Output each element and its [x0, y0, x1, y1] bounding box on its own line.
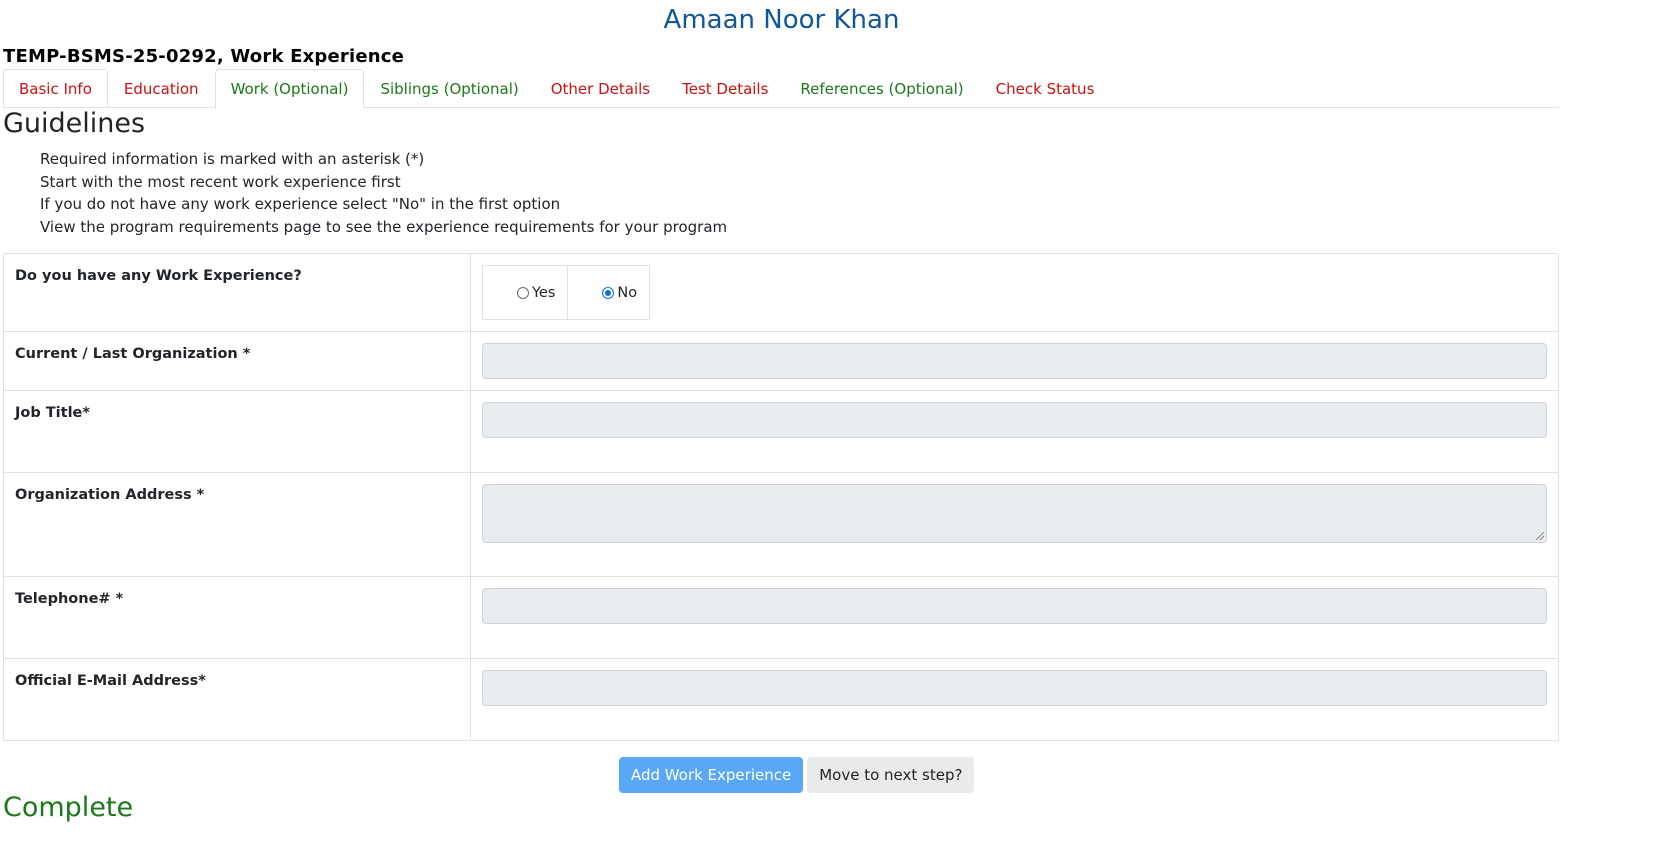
telephone-label: Telephone# * — [3, 576, 471, 659]
form-row-work-experience: Do you have any Work Experience? Yes No — [3, 253, 1559, 332]
form-row-telephone: Telephone# * — [3, 576, 1559, 659]
form-row-email: Official E-Mail Address* — [3, 658, 1559, 741]
work-experience-options-cell: Yes No — [470, 253, 1559, 332]
address-textarea[interactable] — [482, 484, 1547, 543]
tab-test-details[interactable]: Test Details — [666, 69, 784, 108]
tab-basic-info[interactable]: Basic Info — [3, 69, 108, 108]
guidelines-heading: Guidelines — [3, 108, 146, 139]
next-step-button[interactable]: Move to next step? — [807, 757, 975, 793]
guideline-item: View the program requirements page to se… — [40, 218, 728, 237]
add-work-experience-button[interactable]: Add Work Experience — [619, 757, 804, 793]
organization-input[interactable] — [482, 343, 1547, 379]
job-title-label: Job Title* — [3, 390, 471, 473]
form-actions: Add Work Experience Move to next step? — [619, 757, 975, 793]
radio-yes[interactable]: Yes — [483, 266, 567, 319]
resize-grip-icon[interactable] — [1536, 532, 1544, 540]
guidelines-list: Required information is marked with an a… — [40, 148, 727, 239]
job-title-cell — [470, 390, 1559, 473]
work-experience-form: Do you have any Work Experience? Yes No … — [3, 253, 1559, 741]
organization-cell — [470, 331, 1559, 391]
email-label: Official E-Mail Address* — [3, 658, 471, 741]
organization-label: Current / Last Organization * — [3, 331, 471, 391]
tab-work[interactable]: Work (Optional) — [214, 69, 365, 109]
form-row-address: Organization Address * — [3, 472, 1559, 577]
application-id-heading: TEMP-BSMS-25-0292, Work Experience — [3, 46, 405, 67]
tab-education[interactable]: Education — [108, 69, 215, 108]
radio-no-label: No — [617, 284, 638, 301]
job-title-input[interactable] — [482, 402, 1547, 438]
page-title: Amaan Noor Khan — [663, 5, 900, 35]
guideline-item: Start with the most recent work experien… — [40, 172, 401, 191]
email-cell — [470, 658, 1559, 741]
work-experience-radio-group: Yes No — [482, 265, 651, 320]
step-tabs: Basic Info Education Work (Optional) Sib… — [3, 69, 1559, 109]
form-row-organization: Current / Last Organization * — [3, 331, 1559, 391]
guideline-item: Required information is marked with an a… — [40, 150, 425, 168]
telephone-cell — [470, 576, 1559, 659]
radio-yes-circle[interactable] — [517, 286, 529, 299]
email-input[interactable] — [482, 670, 1547, 706]
telephone-input[interactable] — [482, 588, 1547, 624]
tab-check-status[interactable]: Check Status — [980, 69, 1111, 108]
address-cell — [470, 472, 1559, 577]
radio-no[interactable]: No — [567, 266, 649, 319]
tab-siblings[interactable]: Siblings (Optional) — [364, 69, 534, 108]
tab-other-details[interactable]: Other Details — [535, 69, 666, 108]
work-experience-question: Do you have any Work Experience? — [3, 253, 471, 332]
address-label: Organization Address * — [3, 472, 471, 577]
guideline-item: If you do not have any work experience s… — [40, 195, 561, 214]
radio-yes-label: Yes — [532, 284, 556, 301]
complete-heading: Complete — [3, 792, 134, 823]
form-row-job-title: Job Title* — [3, 390, 1559, 473]
radio-no-circle[interactable] — [602, 286, 615, 299]
tab-references[interactable]: References (Optional) — [784, 69, 979, 108]
